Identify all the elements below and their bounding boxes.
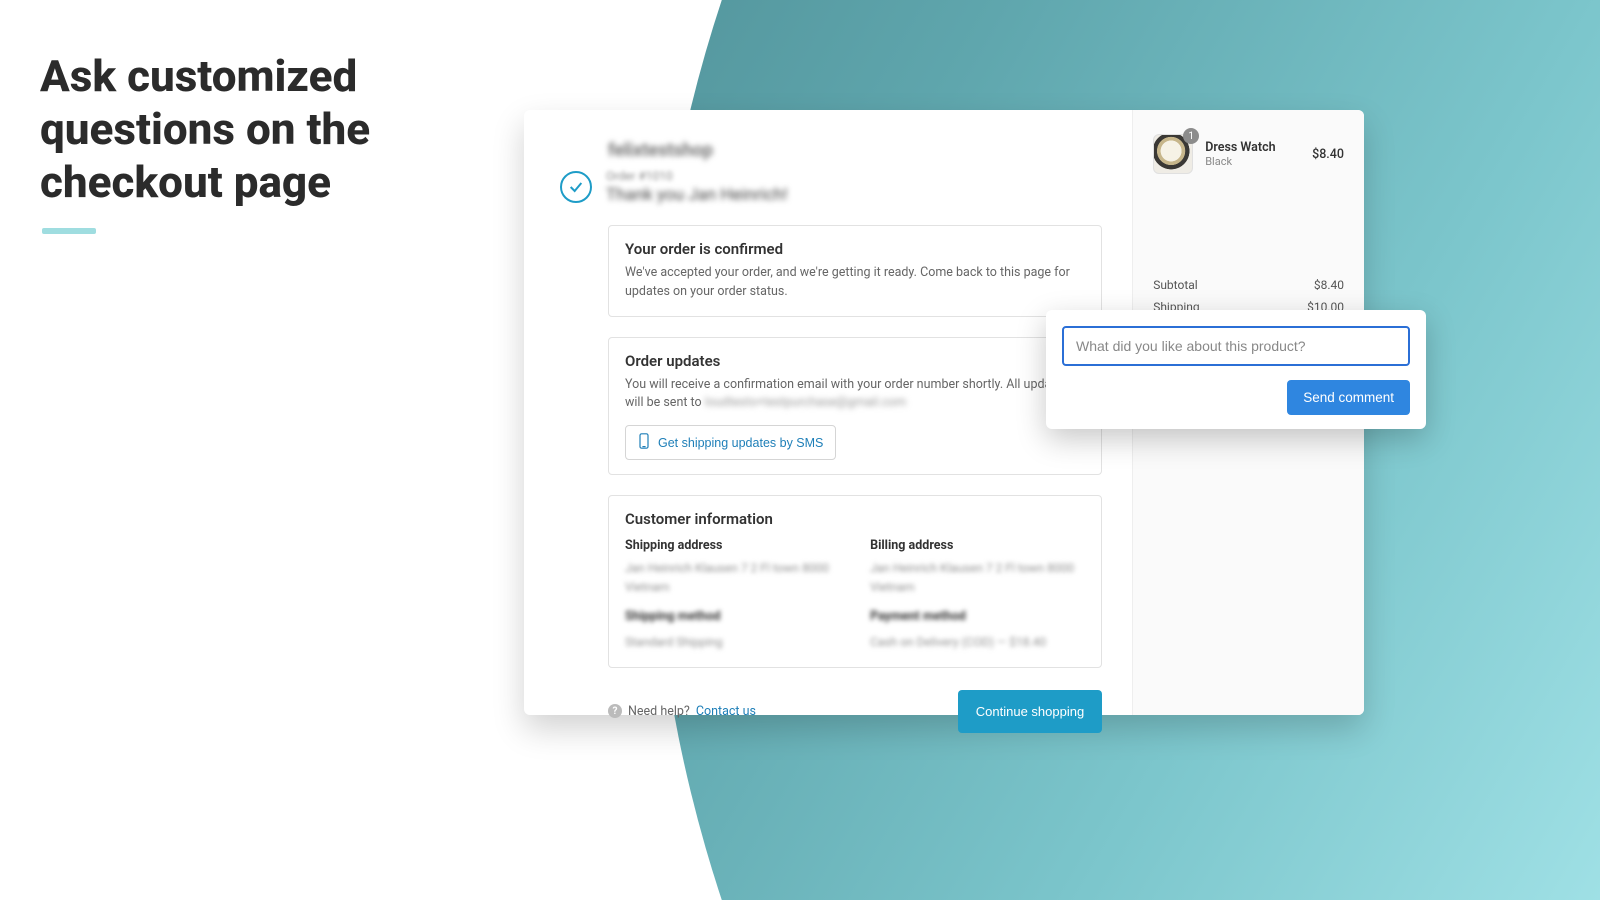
thank-you-text: Thank you Jan Heinrich! <box>606 185 788 205</box>
checkout-window: felixtestshop Order #1010 Thank you Jan … <box>524 110 1364 715</box>
phone-icon <box>638 433 650 452</box>
question-input[interactable] <box>1062 326 1410 366</box>
shipping-address-heading: Shipping address <box>625 538 840 553</box>
customer-info-card: Customer information Shipping address Ja… <box>608 495 1102 668</box>
product-qty-badge: 1 <box>1183 128 1199 144</box>
help-text: ? Need help? Contact us <box>608 704 756 719</box>
shipping-method-value: Standard Shipping <box>625 633 840 652</box>
order-updates-card: Order updates You will receive a confirm… <box>608 337 1102 476</box>
help-prefix: Need help? <box>628 704 690 719</box>
continue-shopping-button[interactable]: Continue shopping <box>958 690 1102 733</box>
shipping-method-heading: Shipping method <box>625 607 840 627</box>
shop-name: felixtestshop <box>608 140 1102 161</box>
payment-method-value: Cash on Delivery (COD) — $18.40 <box>870 633 1085 652</box>
customer-info-title: Customer information <box>625 510 1085 528</box>
payment-method-heading: Payment method <box>870 607 1085 627</box>
subtotal-label: Subtotal <box>1153 278 1198 292</box>
summary-product-row: 1 Dress Watch Black $8.40 <box>1153 134 1344 174</box>
sms-updates-button[interactable]: Get shipping updates by SMS <box>625 425 836 460</box>
order-updates-title: Order updates <box>625 352 1085 370</box>
billing-address-heading: Billing address <box>870 538 1085 553</box>
question-popup: Send comment <box>1046 310 1426 429</box>
order-updates-body: You will receive a confirmation email wi… <box>625 376 1085 414</box>
headline-divider <box>42 228 96 234</box>
question-icon: ? <box>608 704 622 718</box>
product-price: $8.40 <box>1312 147 1344 162</box>
page-headline: Ask customized questions on the checkout… <box>40 50 470 208</box>
order-confirmed-card: Your order is confirmed We've accepted y… <box>608 225 1102 317</box>
sms-updates-label: Get shipping updates by SMS <box>658 436 823 450</box>
checkout-main: felixtestshop Order #1010 Thank you Jan … <box>524 110 1132 715</box>
send-comment-button[interactable]: Send comment <box>1287 380 1410 415</box>
contact-us-link[interactable]: Contact us <box>696 704 756 719</box>
product-variant: Black <box>1205 155 1300 168</box>
product-name: Dress Watch <box>1205 140 1300 155</box>
order-confirmed-title: Your order is confirmed <box>625 240 1085 258</box>
checkmark-icon <box>560 171 592 203</box>
billing-address-block: Jan Heinrich Klausen 7 2 Fl town 8000 Vi… <box>870 559 1085 597</box>
order-confirmed-body: We've accepted your order, and we're get… <box>625 264 1085 302</box>
subtotal-value: $8.40 <box>1314 278 1344 292</box>
shipping-address-block: Jan Heinrich Klausen 7 2 Fl town 8000 Vi… <box>625 559 840 597</box>
order-updates-email: loudtests+testpurchase@gmail.com <box>705 395 907 410</box>
order-number: Order #1010 <box>606 169 788 183</box>
